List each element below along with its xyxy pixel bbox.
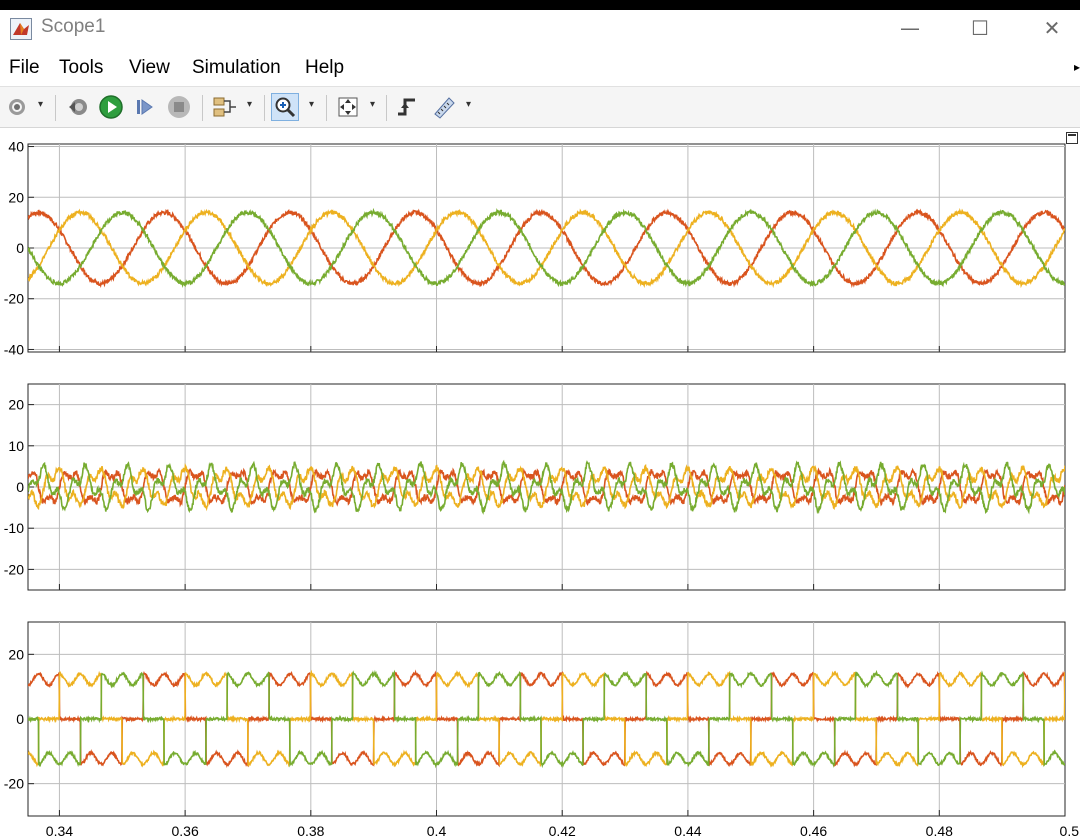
x-tick-label: 0.5 [1060,823,1080,839]
y-tick-label: -20 [4,561,24,577]
toolbar-separator [264,95,265,121]
window-title: Scope1 [41,16,106,37]
step-forward-icon[interactable] [131,93,159,121]
matlab-scope-icon [10,18,32,40]
menu-overflow-icon[interactable]: ▸ [1074,60,1080,74]
toolbar-separator [202,95,203,121]
cursor-measurements-icon[interactable] [430,93,458,121]
axes-phase-voltage[interactable]: 40 20 0 -20 -40 [4,139,1066,358]
trigger-icon[interactable] [393,93,421,121]
menu-tools[interactable]: Tools [59,57,103,79]
cursor-measurements-dropdown-icon[interactable]: ▾ [466,99,471,110]
undock-icon[interactable] [1066,132,1078,144]
autoscale-dropdown-icon[interactable]: ▾ [370,99,375,110]
toolbar-separator [326,95,327,121]
x-tick-label: 0.34 [46,823,73,839]
x-tick-label: 0.46 [800,823,827,839]
axes-phase-current[interactable]: 20 0 -20 0.34 0.36 0.38 0.4 0.42 0.44 0.46 0.48 0.5 [4,621,1080,839]
configuration-properties-icon[interactable] [3,93,31,121]
title-bar: Scope1 — ☐ ✕ [0,10,1080,48]
menu-bar: File Tools View Simulation Help ▸ [0,52,1080,84]
y-tick-label: 20 [8,397,24,413]
step-back-icon[interactable] [64,93,92,121]
signal-selection-dropdown-icon[interactable]: ▾ [247,99,252,110]
autoscale-icon[interactable] [334,93,362,121]
axes-ripple-signal[interactable]: 20 10 0 -10 -20 [4,383,1066,591]
x-tick-label: 0.44 [674,823,701,839]
x-tick-label: 0.48 [926,823,953,839]
menu-view[interactable]: View [129,57,170,79]
minimize-button[interactable]: — [887,10,933,46]
y-tick-label: 40 [8,139,24,155]
y-tick-label: 0 [16,711,24,727]
configuration-dropdown-icon[interactable]: ▾ [38,99,43,110]
y-tick-label: 10 [8,438,24,454]
close-button[interactable]: ✕ [1029,10,1075,46]
menu-simulation[interactable]: Simulation [192,57,281,79]
y-tick-label: 0 [16,240,24,256]
y-tick-label: 20 [8,646,24,662]
maximize-button[interactable]: ☐ [957,10,1003,46]
zoom-dropdown-icon[interactable]: ▾ [309,99,314,110]
toolbar-separator [55,95,56,121]
menu-file[interactable]: File [9,57,40,79]
run-icon[interactable] [97,93,125,121]
scope-plots[interactable]: 40 20 0 -20 -40 20 10 0 -10 -20 20 0 -20 0.34 0.36 0.… [0,128,1080,840]
stop-icon[interactable] [165,93,193,121]
y-tick-label: -20 [4,776,24,792]
y-tick-label: 20 [8,189,24,205]
y-tick-label: -10 [4,520,24,536]
y-tick-label: 0 [16,479,24,495]
y-tick-label: -40 [4,341,24,357]
toolbar-separator [386,95,387,121]
x-tick-label: 0.42 [549,823,576,839]
scope-display[interactable]: 40 20 0 -20 -40 20 10 0 -10 -20 20 0 -20 0.34 0.36 0.… [0,128,1080,840]
x-tick-label: 0.38 [297,823,324,839]
y-tick-label: -20 [4,291,24,307]
x-tick-label: 0.36 [171,823,198,839]
x-tick-label: 0.4 [427,823,447,839]
signal-selection-icon[interactable] [211,93,239,121]
menu-help[interactable]: Help [305,57,344,79]
scope-toolbar: ▾ ▾ ▾ ▾ ▾ [0,86,1080,128]
zoom-in-icon[interactable] [271,93,299,121]
screen-top-bar [0,0,1080,10]
